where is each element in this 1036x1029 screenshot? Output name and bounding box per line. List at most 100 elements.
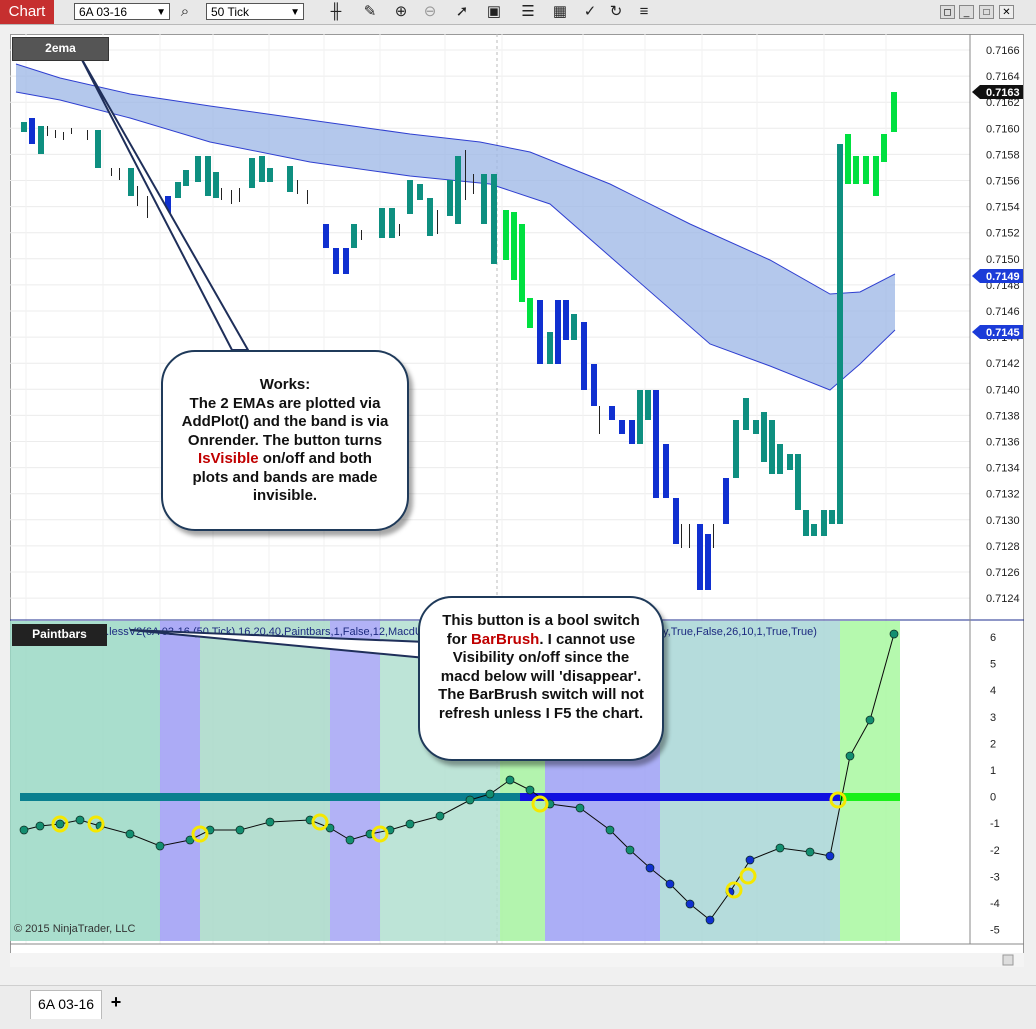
- price-tick-label: 0.7146: [986, 306, 1020, 318]
- indicator-tick-label: 0: [990, 792, 996, 804]
- macd-point: [435, 811, 445, 821]
- macd-point: [825, 851, 835, 861]
- price-bar: [581, 322, 587, 390]
- price-bar: [519, 224, 525, 302]
- strategy-icon[interactable]: ☰: [518, 2, 538, 22]
- macd-point: [485, 789, 495, 799]
- zoom-in-icon[interactable]: ⊕: [391, 2, 411, 22]
- bars-icon[interactable]: ╫: [326, 2, 346, 22]
- price-bar: [845, 134, 851, 184]
- price-bar: [777, 444, 783, 474]
- price-bar: [399, 224, 400, 236]
- close-icon[interactable]: ✕: [999, 5, 1014, 19]
- price-bar: [713, 524, 714, 548]
- macd-point: [35, 821, 45, 831]
- indicator-tick-label: -2: [990, 845, 1000, 857]
- data-box-icon[interactable]: ▣: [484, 2, 504, 22]
- price-bar: [323, 224, 329, 248]
- price-bar: [379, 208, 385, 238]
- ema-toggle-button[interactable]: 2ema: [12, 37, 109, 61]
- price-tick-label: 0.7136: [986, 437, 1020, 449]
- price-bar: [733, 420, 739, 478]
- properties-icon[interactable]: ≡: [634, 2, 654, 22]
- price-bar: [21, 122, 27, 132]
- indicator-tick-label: 3: [990, 712, 996, 724]
- price-bar: [231, 190, 232, 204]
- price-bar: [29, 118, 35, 144]
- price-bar: [38, 126, 44, 154]
- indicator-tick-label: -1: [990, 818, 1000, 830]
- macd-point: [265, 817, 275, 827]
- price-bar: [333, 248, 339, 274]
- instrument-select[interactable]: 6A 03-16 ▼: [74, 3, 170, 20]
- refresh-icon[interactable]: ↻: [606, 2, 626, 22]
- price-bar: [389, 208, 395, 238]
- price-bar: [697, 524, 703, 590]
- price-bar: [629, 420, 635, 444]
- price-tick-label: 0.7142: [986, 358, 1020, 370]
- price-bar: [571, 314, 577, 340]
- macd-point: [155, 841, 165, 851]
- drawing-tools-icon[interactable]: ▦: [550, 2, 570, 22]
- price-bar: [873, 156, 879, 196]
- macd-point: [465, 795, 475, 805]
- chevron-down-icon: ▼: [156, 7, 166, 18]
- price-tick-label: 0.7160: [986, 123, 1020, 135]
- price-tick-label: 0.7134: [986, 463, 1020, 475]
- price-bar: [821, 510, 827, 536]
- price-bar: [447, 180, 453, 216]
- macd-point: [645, 863, 655, 873]
- price-bar: [795, 454, 801, 510]
- price-bar: [881, 134, 887, 162]
- price-bar: [753, 420, 759, 434]
- macd-point: [805, 847, 815, 857]
- restore-icon[interactable]: ◻: [940, 5, 955, 19]
- price-bar: [259, 156, 265, 182]
- indicator-tick-label: -4: [990, 898, 1000, 910]
- price-bar: [239, 188, 240, 202]
- price-bar: [95, 130, 101, 168]
- indicator-tick-label: 1: [990, 765, 996, 777]
- macd-point: [55, 819, 65, 829]
- macd-point: [685, 899, 695, 909]
- macd-point: [405, 819, 415, 829]
- macd-point: [19, 825, 29, 835]
- paintbars-toggle-button[interactable]: Paintbars: [12, 624, 107, 646]
- price-tick-label: 0.7150: [986, 254, 1020, 266]
- callout-works-text1: The 2 EMAs are plotted via AddPlot() and…: [181, 394, 389, 449]
- price-bar: [407, 180, 413, 214]
- minimize-icon[interactable]: _: [959, 5, 974, 19]
- tab-bar: [0, 985, 1036, 1029]
- price-tick-label: 0.7138: [986, 410, 1020, 422]
- indicator-tick-label: -3: [990, 871, 1000, 883]
- indicator-tick-label: -5: [990, 925, 1000, 937]
- price-bar: [63, 132, 64, 140]
- price-tick-label: 0.7124: [986, 593, 1020, 605]
- price-bar: [221, 188, 222, 200]
- cursor-icon[interactable]: ➚: [452, 2, 472, 22]
- price-bar: [555, 300, 561, 364]
- price-bar: [455, 156, 461, 224]
- price-bar: [111, 168, 112, 176]
- price-bar: [837, 144, 843, 524]
- price-bar: [761, 412, 767, 462]
- pencil-icon[interactable]: ✎: [360, 2, 380, 22]
- price-bar: [891, 92, 897, 132]
- copyright-text: © 2015 NinjaTrader, LLC: [14, 923, 135, 935]
- price-bar: [287, 166, 293, 192]
- tools-icon[interactable]: ✓: [580, 2, 600, 22]
- tab-6a-03-16[interactable]: 6A 03-16: [30, 990, 102, 1019]
- price-bar: [511, 212, 517, 280]
- price-bar: [547, 332, 553, 364]
- macd-point: [505, 775, 515, 785]
- zoom-out-icon[interactable]: ⊖: [420, 2, 440, 22]
- macd-point: [575, 803, 585, 813]
- search-icon[interactable]: ⌕: [175, 2, 195, 22]
- interval-select[interactable]: 50 Tick ▼: [206, 3, 304, 20]
- price-marker-label: 0.7163: [986, 87, 1020, 99]
- add-tab-button[interactable]: +: [106, 992, 126, 1012]
- price-bar: [307, 190, 308, 204]
- price-bar: [361, 230, 362, 240]
- maximize-icon[interactable]: □: [979, 5, 994, 19]
- macd-point: [845, 751, 855, 761]
